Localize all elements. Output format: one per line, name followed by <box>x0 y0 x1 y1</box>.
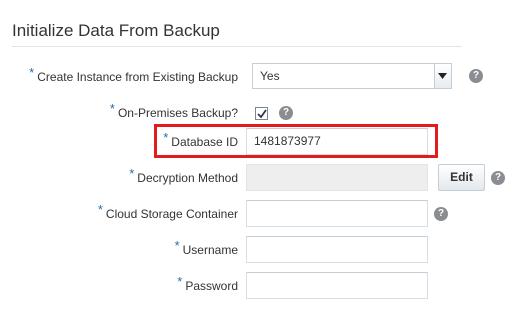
on-premises-checkbox[interactable] <box>255 107 268 120</box>
initialize-data-form: Initialize Data From Backup * Create Inst… <box>0 0 524 327</box>
help-icon[interactable]: ? <box>469 69 483 83</box>
dropdown-arrow-icon[interactable] <box>434 64 451 88</box>
create-instance-select[interactable]: Yes <box>252 63 452 89</box>
on-premises-row: * On-Premises Backup? ? <box>0 99 524 127</box>
required-marker: * <box>177 274 183 289</box>
decryption-method-row: * Decryption Method Edit ? <box>0 164 524 192</box>
password-label: * Password <box>177 274 238 293</box>
required-marker: * <box>29 65 35 80</box>
username-input[interactable] <box>246 236 428 263</box>
help-icon[interactable]: ? <box>434 207 448 221</box>
create-instance-label: * Create Instance from Existing Backup <box>29 65 238 84</box>
required-marker: * <box>174 238 180 253</box>
username-label: * Username <box>174 238 238 257</box>
decryption-method-input <box>246 164 428 191</box>
section-title: Initialize Data From Backup <box>12 21 220 40</box>
password-row: * Password <box>0 272 524 300</box>
username-row: * Username <box>0 236 524 264</box>
help-icon[interactable]: ? <box>279 106 293 120</box>
checkmark-icon <box>257 109 267 119</box>
cloud-storage-input[interactable] <box>246 200 428 227</box>
create-instance-row: * Create Instance from Existing Backup Ye… <box>0 63 524 91</box>
title-divider <box>12 46 462 47</box>
on-premises-label: * On-Premises Backup? <box>109 101 238 120</box>
required-marker: * <box>97 202 103 217</box>
edit-button[interactable]: Edit <box>438 164 485 191</box>
database-id-highlight <box>154 124 438 158</box>
decryption-method-label: * Decryption Method <box>129 166 238 185</box>
help-icon[interactable]: ? <box>491 171 505 185</box>
password-input[interactable] <box>246 272 428 299</box>
cloud-storage-row: * Cloud Storage Container ? <box>0 200 524 228</box>
cloud-storage-label: * Cloud Storage Container <box>97 202 238 221</box>
required-marker: * <box>109 101 115 116</box>
required-marker: * <box>129 166 135 181</box>
create-instance-value: Yes <box>260 69 280 83</box>
